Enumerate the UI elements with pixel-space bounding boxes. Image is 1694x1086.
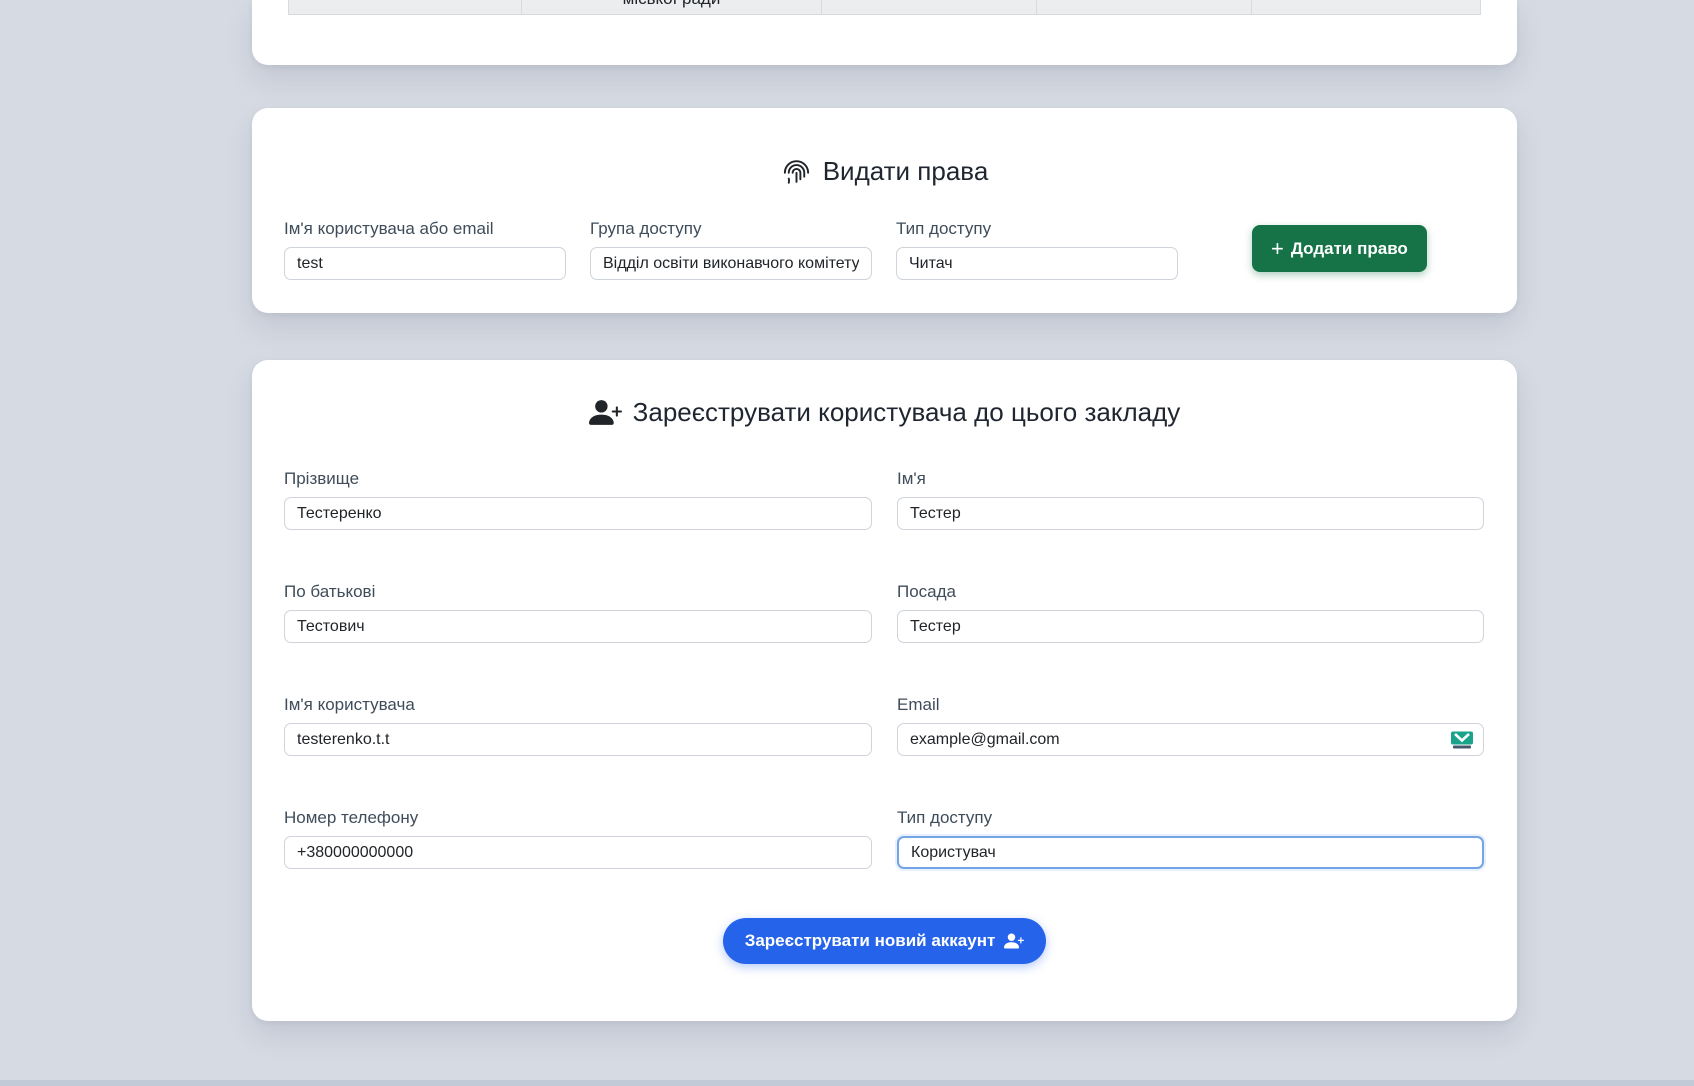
page-content: міської ради Видати права Ім'я ко [252, 0, 1517, 1021]
person-plus-icon [1004, 931, 1024, 951]
fingerprint-icon [781, 156, 812, 187]
first-name-label: Ім'я [897, 469, 1484, 489]
position-input[interactable] [897, 610, 1484, 643]
phone-label: Номер телефону [284, 808, 872, 828]
grant-access-type-input[interactable] [896, 247, 1178, 280]
email-input-wrap [897, 723, 1484, 756]
plus-icon: + [1271, 238, 1284, 260]
table-cell [1036, 0, 1251, 14]
middle-name-input[interactable] [284, 610, 872, 643]
clipped-table-card: міської ради [252, 0, 1517, 65]
add-right-button[interactable]: + Додати право [1252, 225, 1427, 272]
first-name-input[interactable] [897, 497, 1484, 530]
table-cell [1251, 0, 1480, 14]
table-cell: міської ради [521, 0, 821, 14]
temp-mail-extension-icon[interactable] [1450, 731, 1474, 748]
access-type-input[interactable] [897, 836, 1484, 869]
grant-access-group-input[interactable] [590, 247, 872, 280]
position-field-group: Посада [897, 582, 1484, 643]
email-field-group: Email [897, 695, 1484, 756]
register-account-button[interactable]: Зареєструвати новий аккаунт [723, 918, 1047, 964]
register-user-card: Зареєструвати користувача до цього закла… [252, 360, 1517, 1021]
access-type-field-group: Тип доступу [897, 808, 1484, 869]
grant-access-group-field-group: Група доступу [590, 219, 872, 280]
grant-rights-title: Видати права [284, 156, 1485, 187]
middle-name-field-group: По батькові [284, 582, 872, 643]
username-label: Ім'я користувача [284, 695, 872, 715]
phone-input[interactable] [284, 836, 872, 869]
envelope-icon [1451, 731, 1473, 744]
username-input[interactable] [284, 723, 872, 756]
middle-name-label: По батькові [284, 582, 872, 602]
table-cell [289, 0, 521, 14]
last-name-field-group: Прізвище [284, 469, 872, 530]
table-cell [821, 0, 1036, 14]
person-plus-icon [589, 396, 622, 429]
email-input[interactable] [897, 723, 1484, 756]
add-right-button-label: Додати право [1291, 239, 1408, 259]
access-type-label: Тип доступу [897, 808, 1484, 828]
grant-username-field-group: Ім'я користувача або email [284, 219, 566, 280]
username-field-group: Ім'я користувача [284, 695, 872, 756]
last-name-label: Прізвище [284, 469, 872, 489]
register-user-title: Зареєструвати користувача до цього закла… [284, 396, 1485, 429]
register-form-grid: Прізвище Ім'я По батькові Посада Ім'я ко… [284, 469, 1485, 869]
table-row: міської ради [288, 0, 1481, 15]
last-name-input[interactable] [284, 497, 872, 530]
grant-access-group-label: Група доступу [590, 219, 872, 239]
grant-access-type-label: Тип доступу [896, 219, 1178, 239]
grant-rights-form-row: Ім'я користувача або email Група доступу… [284, 219, 1485, 280]
submit-row: Зареєструвати новий аккаунт [284, 918, 1485, 964]
grant-rights-title-text: Видати права [823, 156, 989, 187]
register-user-title-text: Зареєструвати користувача до цього закла… [633, 397, 1181, 428]
table-cell-text: міської ради [522, 0, 821, 9]
position-label: Посада [897, 582, 1484, 602]
email-label: Email [897, 695, 1484, 715]
grant-access-type-field-group: Тип доступу [896, 219, 1178, 280]
first-name-field-group: Ім'я [897, 469, 1484, 530]
phone-field-group: Номер телефону [284, 808, 872, 869]
grant-username-label: Ім'я користувача або email [284, 219, 566, 239]
viewport-bottom-edge [0, 1080, 1694, 1086]
grant-rights-card: Видати права Ім'я користувача або email … [252, 108, 1517, 313]
register-account-button-label: Зареєструвати новий аккаунт [745, 931, 996, 951]
grant-username-input[interactable] [284, 247, 566, 280]
extension-caption [1453, 745, 1471, 748]
